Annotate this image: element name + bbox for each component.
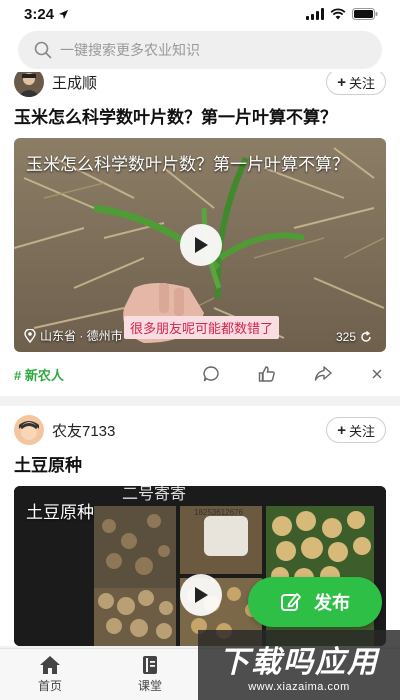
tab-home-label: 首页	[37, 679, 62, 693]
feed[interactable]: 王成顺 + 关注 玉米怎么科学数叶片数？第一片叶算不算？ 玉米怎么科学数叶片数？…	[0, 72, 400, 648]
plus-icon: +	[337, 421, 346, 439]
wifi-icon	[330, 8, 346, 20]
post-actions: # 新农人	[14, 352, 386, 396]
search-input[interactable]	[60, 42, 340, 58]
watermark: 下载吗应用 www.xiazaima.com	[198, 630, 400, 700]
status-bar: 3:24	[0, 0, 400, 28]
book-icon	[143, 656, 157, 674]
home-icon	[40, 656, 60, 674]
video-box-label: 二号寄寄	[122, 486, 187, 503]
publish-label: 发布	[314, 593, 350, 613]
play-icon	[195, 587, 208, 603]
avatar[interactable]	[14, 72, 44, 97]
watermark-logo: 下载吗应用	[219, 646, 379, 679]
post-header: 王成顺 + 关注	[14, 72, 386, 100]
tab-classroom[interactable]: 课堂	[100, 649, 200, 700]
search-bar	[0, 28, 400, 72]
post-title[interactable]: 玉米怎么科学数叶片数？第一片叶算不算？	[14, 100, 386, 138]
view-count: 325	[336, 330, 372, 344]
video-phone-number: 18253612676	[194, 508, 243, 517]
status-time: 3:24	[24, 6, 69, 23]
publish-button[interactable]: 发布	[248, 577, 382, 627]
cellular-signal-icon	[306, 8, 324, 20]
view-count-text: 325	[335, 330, 356, 344]
play-button[interactable]	[180, 574, 222, 616]
watermark-url: www.xiazaima.com	[248, 681, 350, 693]
follow-button[interactable]: + 关注	[326, 417, 386, 443]
post-title[interactable]: 土豆原种	[14, 448, 386, 486]
follow-label: 关注	[348, 423, 375, 439]
clock-text: 3:24	[24, 5, 55, 23]
play-button[interactable]	[180, 224, 222, 266]
search-box[interactable]	[18, 31, 382, 69]
avatar[interactable]	[14, 415, 44, 445]
follow-label: 关注	[348, 75, 375, 91]
tab-classroom-label: 课堂	[137, 679, 162, 693]
location-arrow-icon	[58, 9, 69, 19]
author[interactable]: 农友7133	[14, 415, 115, 445]
video-caption: 很多朋友呢可能都数错了	[124, 316, 280, 339]
follow-button[interactable]: + 关注	[326, 72, 386, 95]
topic-tag[interactable]: # 新农人	[14, 365, 64, 384]
play-icon	[195, 237, 208, 253]
author-name[interactable]: 农友7133	[52, 420, 115, 441]
location-pin-icon	[24, 328, 36, 343]
tab-home[interactable]: 首页	[0, 649, 100, 700]
share-icon[interactable]	[314, 365, 332, 383]
post-header: 农友7133 + 关注	[14, 412, 386, 448]
like-icon[interactable]	[258, 365, 276, 383]
author-name[interactable]: 王成顺	[52, 72, 97, 93]
video-thumbnail[interactable]: 玉米怎么科学数叶片数？第一片叶算不算？ 很多朋友呢可能都数错了 山东省 · 德州…	[14, 138, 386, 352]
post-card: 王成顺 + 关注 玉米怎么科学数叶片数？第一片叶算不算？ 玉米怎么科学数叶片数？…	[0, 72, 400, 396]
location-text: 山东省 · 德州市	[40, 329, 123, 343]
comment-icon[interactable]	[202, 365, 220, 383]
video-overlay-title: 玉米怎么科学数叶片数？第一片叶算不算？	[26, 155, 349, 174]
battery-icon	[352, 8, 378, 20]
plus-icon: +	[337, 73, 346, 91]
search-icon	[34, 41, 52, 59]
refresh-icon	[361, 331, 371, 342]
close-icon[interactable]	[370, 367, 384, 381]
video-overlay-title: 土豆原种	[26, 503, 94, 522]
edit-icon	[281, 593, 301, 611]
author[interactable]: 王成顺	[14, 72, 97, 97]
location: 山东省 · 德州市	[24, 327, 123, 344]
